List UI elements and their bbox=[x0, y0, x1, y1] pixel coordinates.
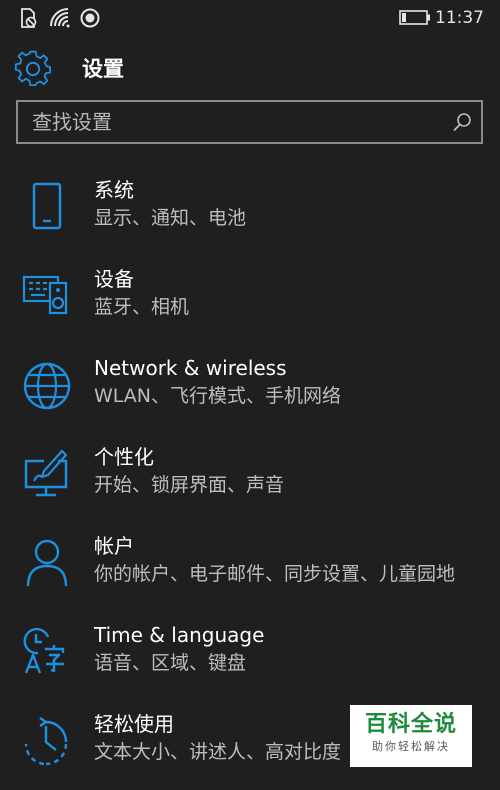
devices-icon bbox=[22, 275, 68, 315]
category-title: 系统 bbox=[94, 178, 134, 202]
category-subtitle: 文本大小、讲述人、高对比度 bbox=[94, 741, 342, 763]
category-subtitle: 显示、通知、电池 bbox=[94, 207, 247, 229]
category-subtitle: 开始、锁屏界面、声音 bbox=[94, 474, 285, 496]
status-bar: 11:37 bbox=[0, 0, 500, 36]
phone-icon bbox=[32, 182, 62, 230]
category-subtitle: 语音、区域、键盘 bbox=[94, 652, 247, 674]
watermark-logo: 百科全说 助你轻松解决 bbox=[350, 705, 472, 767]
page-title: 设置 bbox=[82, 57, 124, 81]
person-icon bbox=[26, 539, 68, 587]
watermark-title: 百科全说 bbox=[364, 712, 457, 737]
category-title: 帐户 bbox=[94, 534, 134, 558]
category-subtitle: 蓝牙、相机 bbox=[94, 296, 190, 318]
watermark-subtitle: 助你轻松解决 bbox=[372, 740, 450, 753]
location-icon bbox=[80, 8, 100, 28]
no-sim-icon bbox=[21, 8, 37, 28]
ease-of-access-icon bbox=[24, 717, 68, 766]
search-input[interactable] bbox=[18, 102, 438, 142]
gear-icon bbox=[14, 50, 52, 87]
category-title: Network & wireless bbox=[94, 356, 287, 380]
category-title: 个性化 bbox=[94, 445, 154, 469]
page-header: 设置 bbox=[0, 44, 500, 94]
category-subtitle: WLAN、飞行模式、手机网络 bbox=[94, 385, 342, 407]
globe-icon bbox=[23, 362, 71, 410]
personalization-icon bbox=[24, 449, 68, 497]
category-personalization[interactable]: 个性化 开始、锁屏界面、声音 bbox=[0, 439, 500, 519]
category-title: 设备 bbox=[94, 267, 134, 291]
category-network-wireless[interactable]: Network & wireless WLAN、飞行模式、手机网络 bbox=[0, 350, 500, 430]
category-accounts[interactable]: 帐户 你的帐户、电子邮件、同步设置、儿童园地 bbox=[0, 528, 500, 608]
status-time: 11:37 bbox=[435, 8, 484, 28]
category-title: Time & language bbox=[94, 623, 265, 647]
time-language-icon bbox=[23, 627, 65, 674]
category-time-language[interactable]: Time & language 语音、区域、键盘 bbox=[0, 617, 500, 697]
category-devices[interactable]: 设备 蓝牙、相机 bbox=[0, 261, 500, 341]
search-box[interactable] bbox=[16, 100, 483, 144]
category-system[interactable]: 系统 显示、通知、电池 bbox=[0, 172, 500, 252]
wifi-icon bbox=[50, 8, 70, 28]
category-title: 轻松使用 bbox=[94, 712, 174, 736]
battery-icon bbox=[399, 10, 430, 25]
category-subtitle: 你的帐户、电子邮件、同步设置、儿童园地 bbox=[94, 563, 456, 585]
search-icon[interactable] bbox=[451, 111, 473, 133]
